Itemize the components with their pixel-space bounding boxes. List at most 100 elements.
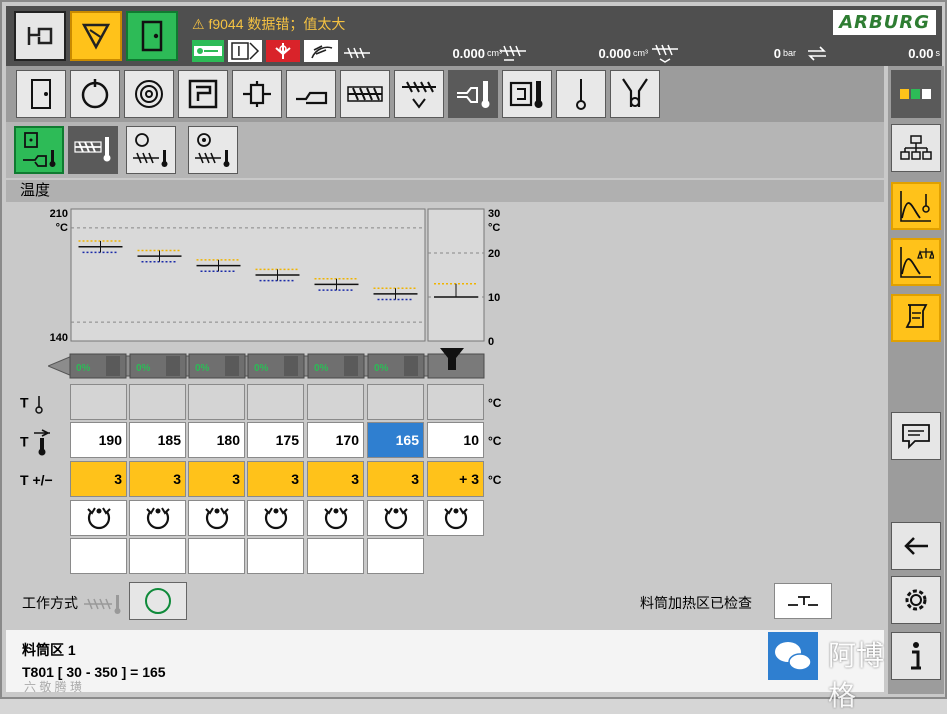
temperature-sensor-icon <box>576 79 586 110</box>
safety-door-button[interactable] <box>126 11 178 61</box>
injection-volume-readout: 0.000 cm³ <box>342 42 502 64</box>
curve-balance-button[interactable] <box>891 238 941 286</box>
manual-mode-icon[interactable]: I <box>228 40 262 62</box>
temperature-chart-svg: 210 140 °C 30 20 10 0 °C <box>50 208 501 348</box>
rotate-mode-icon <box>145 507 170 530</box>
zone-mode-cell[interactable] <box>307 500 364 536</box>
tolerance-cell[interactable]: 3 <box>188 461 245 497</box>
dosing-screw-icon <box>500 45 526 61</box>
actual-temp-cell[interactable] <box>307 384 364 420</box>
temperature-button[interactable] <box>448 70 498 118</box>
alarm-message[interactable]: ⚠ f9044 数据错；值太大 <box>192 14 345 34</box>
arrow-left-icon <box>904 537 928 555</box>
set-temp-cell[interactable]: 185 <box>129 422 186 458</box>
tolerance-cell[interactable]: 3 <box>70 461 127 497</box>
set-temp-cell[interactable]: 10 <box>427 422 484 458</box>
actual-temp-cell[interactable] <box>129 384 186 420</box>
empty-cell[interactable] <box>70 538 127 574</box>
nozzle-move-button[interactable] <box>286 70 336 118</box>
hand-icon[interactable] <box>304 40 338 62</box>
subtab-cycle-barrel[interactable] <box>126 126 176 174</box>
machine-icon <box>27 27 53 45</box>
zone-mode-cell[interactable] <box>247 500 304 536</box>
tolerance-label: T +/− <box>20 472 53 488</box>
injection-button[interactable] <box>340 70 390 118</box>
heater-ribs <box>404 356 418 376</box>
empty-cell[interactable] <box>307 538 364 574</box>
tolerance-cell[interactable]: 3 <box>129 461 186 497</box>
hopper-button[interactable] <box>610 70 660 118</box>
gear-icon <box>905 589 927 611</box>
zone-mode-cell[interactable] <box>129 500 186 536</box>
mode-label: 工作方式 <box>22 593 124 615</box>
zone-mode-cell[interactable] <box>188 500 245 536</box>
ejector-button[interactable] <box>232 70 282 118</box>
pressure-icon <box>652 44 678 63</box>
tolerance-unit: °C <box>488 473 502 487</box>
dosing-volume-readout: 0.000 cm³ <box>498 42 648 64</box>
empty-cell[interactable] <box>247 538 304 574</box>
page-switch-button[interactable] <box>891 70 941 118</box>
nozzle-button[interactable] <box>70 11 122 61</box>
mode-toggle-button[interactable] <box>129 582 187 620</box>
nozzle-icon <box>81 23 111 50</box>
key-icon[interactable] <box>192 40 224 62</box>
dosing-button[interactable] <box>394 70 444 118</box>
tolerance-cell[interactable]: 3 <box>307 461 364 497</box>
notes-button[interactable] <box>891 294 941 342</box>
cycle-button[interactable] <box>70 70 120 118</box>
curve-temp-button[interactable] <box>891 182 941 230</box>
info-button[interactable] <box>891 632 941 680</box>
zone-mode-cell[interactable] <box>367 500 424 536</box>
heating-icon[interactable] <box>266 40 300 62</box>
nozzle-move-icon <box>296 91 328 105</box>
actual-temp-cell[interactable] <box>367 384 424 420</box>
set-temp-cell[interactable]: 180 <box>188 422 245 458</box>
left-tick-label: 210 <box>50 208 68 220</box>
watermark-left: 六 敬 腾 璜 <box>24 680 83 694</box>
structure-button[interactable] <box>891 124 941 172</box>
set-temp-cell[interactable]: 170 <box>307 422 364 458</box>
barrel-checked-label: 料筒加热区已检查 <box>640 595 752 611</box>
set-temp-cell[interactable]: 175 <box>247 422 304 458</box>
info-icon <box>911 642 921 670</box>
empty-cell[interactable] <box>188 538 245 574</box>
mold-temp-button[interactable] <box>502 70 552 118</box>
mold-button[interactable] <box>178 70 228 118</box>
subtab-standby-barrel[interactable] <box>188 126 238 174</box>
sensor-button[interactable] <box>556 70 606 118</box>
zone-mode-cell[interactable] <box>427 500 484 536</box>
watermark-text: 阿博格 <box>828 640 885 711</box>
right-tick-label: 10 <box>488 292 500 304</box>
actual-temp-cell[interactable] <box>188 384 245 420</box>
heater-ribs <box>284 356 298 376</box>
machine-view-button[interactable] <box>14 11 66 61</box>
set-temp-cell[interactable]: 190 <box>70 422 127 458</box>
rotate-mode-icon <box>263 507 288 530</box>
standby-barrel-icon <box>195 133 230 167</box>
subtab-barrel-zones[interactable] <box>68 126 118 174</box>
empty-cell[interactable] <box>129 538 186 574</box>
temperature-subtabs <box>6 122 884 178</box>
message-button[interactable] <box>891 412 941 460</box>
subtab-cylinder-heating[interactable] <box>14 126 64 174</box>
actual-temp-cell[interactable] <box>427 384 484 420</box>
settings-button[interactable] <box>891 576 941 624</box>
empty-cell[interactable] <box>367 538 424 574</box>
set-unit: °C <box>488 434 502 448</box>
actual-temp-cell[interactable] <box>247 384 304 420</box>
back-button[interactable] <box>891 522 941 570</box>
barrel-checked-button[interactable] <box>774 583 832 619</box>
door-function-button[interactable] <box>16 70 66 118</box>
top-status-bar: ⚠ f9044 数据错；值太大 ARBURG I 0.000 cm³ 0.000 c… <box>6 6 942 66</box>
tolerance-cell[interactable]: 3 <box>367 461 424 497</box>
status-area: 料筒区 1 T801 [ 30 - 350 ] = 165 阿博格 六 敬 腾 … <box>6 630 884 711</box>
zone-mode-cell[interactable] <box>70 500 127 536</box>
tolerance-cell[interactable]: 3 <box>247 461 304 497</box>
tolerance-cell[interactable]: + 3 <box>427 461 484 497</box>
production-button[interactable] <box>124 70 174 118</box>
barrel-graphic: 0% 0% 0% 0% 0% 0% <box>46 348 488 382</box>
barrel-zones-svg: 0% 0% 0% 0% 0% 0% <box>46 348 485 379</box>
set-temp-cell[interactable]: 165 <box>367 422 424 458</box>
actual-temp-cell[interactable] <box>70 384 127 420</box>
